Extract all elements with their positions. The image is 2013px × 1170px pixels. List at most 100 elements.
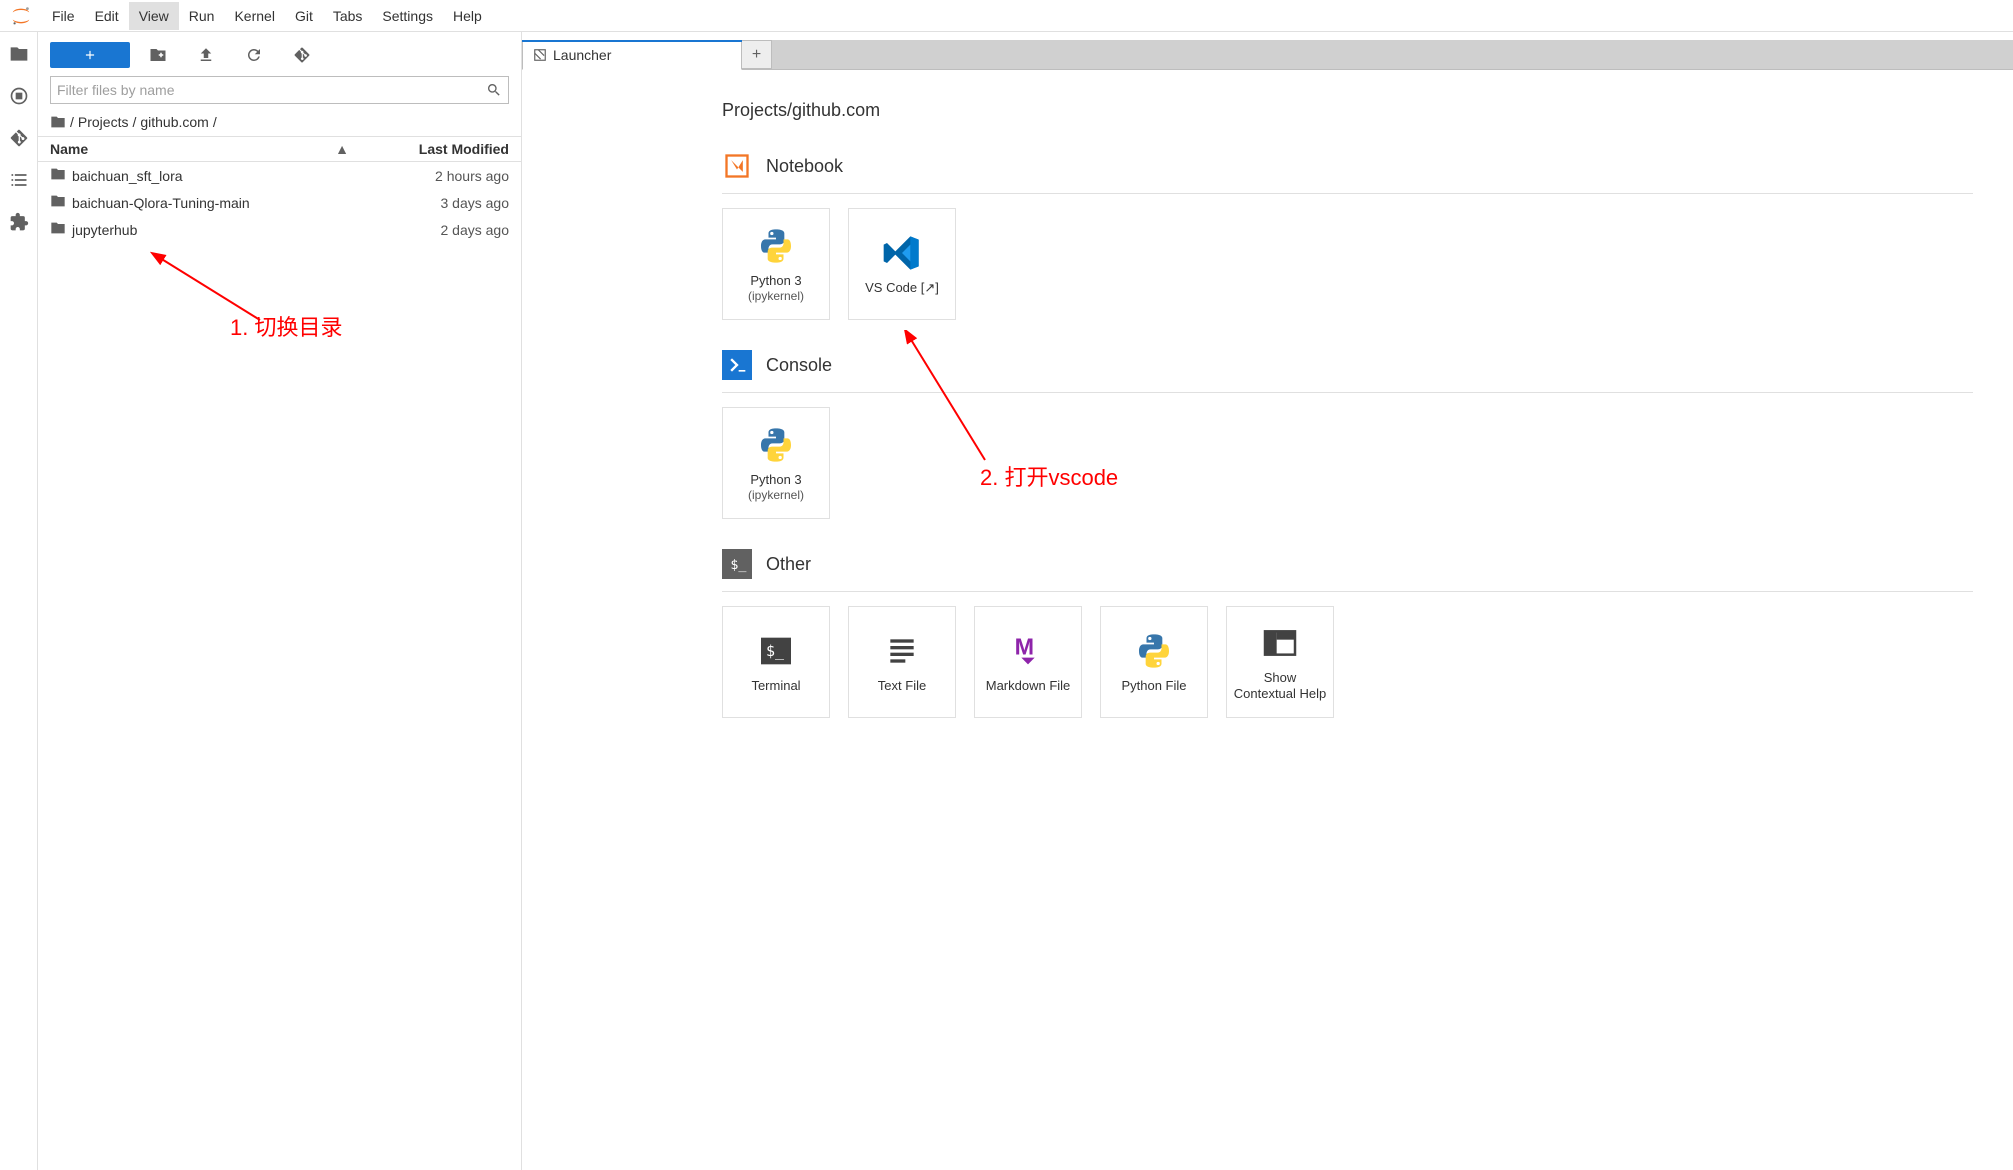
header-modified[interactable]: Last Modified (349, 141, 509, 157)
console-section-icon (722, 350, 752, 380)
folder-tab-icon[interactable] (7, 42, 31, 66)
python-icon (1130, 630, 1178, 672)
card-label: Python 3 (750, 472, 801, 488)
file-name: baichuan-Qlora-Tuning-main (72, 195, 349, 211)
section-notebook: Notebook Python 3 (ipykernel) (722, 151, 1973, 320)
notebook-section-icon (722, 151, 752, 181)
divider (722, 193, 1973, 194)
svg-text:$_: $_ (766, 642, 785, 660)
menu-help[interactable]: Help (443, 2, 492, 30)
card-python-file[interactable]: Python File (1100, 606, 1208, 718)
menu-edit[interactable]: Edit (85, 2, 129, 30)
card-markdown-file[interactable]: M Markdown File (974, 606, 1082, 718)
launcher-icon (533, 48, 547, 62)
menu-kernel[interactable]: Kernel (224, 2, 284, 30)
running-tab-icon[interactable] (7, 84, 31, 108)
svg-text:M: M (1015, 634, 1034, 660)
section-title: Console (766, 355, 832, 376)
file-modified: 2 hours ago (349, 168, 509, 184)
card-sublabel: (ipykernel) (748, 289, 804, 303)
section-other: $_ Other $_ Terminal (722, 549, 1973, 718)
toc-tab-icon[interactable] (7, 168, 31, 192)
refresh-icon[interactable] (234, 42, 274, 68)
tab-add-button[interactable]: + (742, 40, 772, 69)
breadcrumb-sep: / (70, 114, 74, 130)
card-vscode[interactable]: VS Code [↗] (848, 208, 956, 320)
tab-bar: Launcher + (522, 40, 2013, 70)
card-sublabel: (ipykernel) (748, 488, 804, 502)
menu-bar: File Edit View Run Kernel Git Tabs Setti… (0, 0, 2013, 32)
terminal-icon: $_ (752, 630, 800, 672)
svg-text:$_: $_ (730, 558, 747, 573)
main-content: Launcher + Projects/github.com Notebook (522, 32, 2013, 1170)
file-row[interactable]: baichuan_sft_lora 2 hours ago (38, 162, 521, 189)
tab-launcher[interactable]: Launcher (522, 40, 742, 70)
section-title: Notebook (766, 156, 843, 177)
sort-asc-icon: ▲ (335, 141, 349, 157)
git-toolbar-icon[interactable] (282, 42, 322, 68)
folder-icon (50, 166, 66, 185)
file-browser: / Projects / github.com / Name ▲ Last Mo… (38, 32, 522, 1170)
jupyter-logo (10, 5, 32, 27)
git-tab-icon[interactable] (7, 126, 31, 150)
divider (722, 392, 1973, 393)
section-console: Console Python 3 (ipykernel) (722, 350, 1973, 519)
new-folder-icon[interactable] (138, 42, 178, 68)
folder-icon (50, 114, 66, 130)
card-terminal[interactable]: $_ Terminal (722, 606, 830, 718)
markdown-icon: M (1004, 630, 1052, 672)
file-list-header: Name ▲ Last Modified (38, 136, 521, 162)
breadcrumb-part[interactable]: Projects (78, 114, 129, 130)
menu-view[interactable]: View (129, 2, 179, 30)
card-label: VS Code [↗] (865, 280, 939, 296)
card-label: Python File (1121, 678, 1186, 694)
card-python3-notebook[interactable]: Python 3 (ipykernel) (722, 208, 830, 320)
breadcrumb-sep: / (132, 114, 136, 130)
menu-tabs[interactable]: Tabs (323, 2, 373, 30)
card-label: Show Contextual Help (1231, 670, 1329, 701)
section-title: Other (766, 554, 811, 575)
folder-icon (50, 220, 66, 239)
menu-run[interactable]: Run (179, 2, 225, 30)
breadcrumb-sep: / (213, 114, 217, 130)
file-modified: 2 days ago (349, 222, 509, 238)
launcher-path: Projects/github.com (722, 100, 1973, 121)
header-name[interactable]: Name (50, 141, 88, 157)
python-icon (752, 225, 800, 267)
new-launcher-button[interactable] (50, 42, 130, 68)
tab-title: Launcher (553, 47, 611, 63)
breadcrumb-part[interactable]: github.com (140, 114, 208, 130)
python-icon (752, 424, 800, 466)
filter-input[interactable] (57, 82, 486, 98)
file-name: jupyterhub (72, 222, 349, 238)
search-icon (486, 82, 502, 98)
divider (722, 591, 1973, 592)
card-label: Markdown File (986, 678, 1071, 694)
folder-icon (50, 193, 66, 212)
text-file-icon (878, 630, 926, 672)
other-section-icon: $_ (722, 549, 752, 579)
card-text-file[interactable]: Text File (848, 606, 956, 718)
card-label: Python 3 (750, 273, 801, 289)
file-toolbar (38, 32, 521, 76)
extensions-tab-icon[interactable] (7, 210, 31, 234)
file-row[interactable]: jupyterhub 2 days ago (38, 216, 521, 243)
launcher: Projects/github.com Notebook Python 3 (522, 70, 2013, 1170)
menu-git[interactable]: Git (285, 2, 323, 30)
menu-file[interactable]: File (42, 2, 85, 30)
file-name: baichuan_sft_lora (72, 168, 349, 184)
file-list: baichuan_sft_lora 2 hours ago baichuan-Q… (38, 162, 521, 1170)
vscode-icon (878, 232, 926, 274)
filter-box[interactable] (50, 76, 509, 104)
file-modified: 3 days ago (349, 195, 509, 211)
upload-icon[interactable] (186, 42, 226, 68)
card-label: Terminal (751, 678, 800, 694)
activity-bar (0, 32, 38, 1170)
file-row[interactable]: baichuan-Qlora-Tuning-main 3 days ago (38, 189, 521, 216)
breadcrumb[interactable]: / Projects / github.com / (38, 110, 521, 136)
card-python3-console[interactable]: Python 3 (ipykernel) (722, 407, 830, 519)
card-label: Text File (878, 678, 926, 694)
card-contextual-help[interactable]: Show Contextual Help (1226, 606, 1334, 718)
menu-settings[interactable]: Settings (372, 2, 443, 30)
help-layout-icon (1256, 622, 1304, 664)
